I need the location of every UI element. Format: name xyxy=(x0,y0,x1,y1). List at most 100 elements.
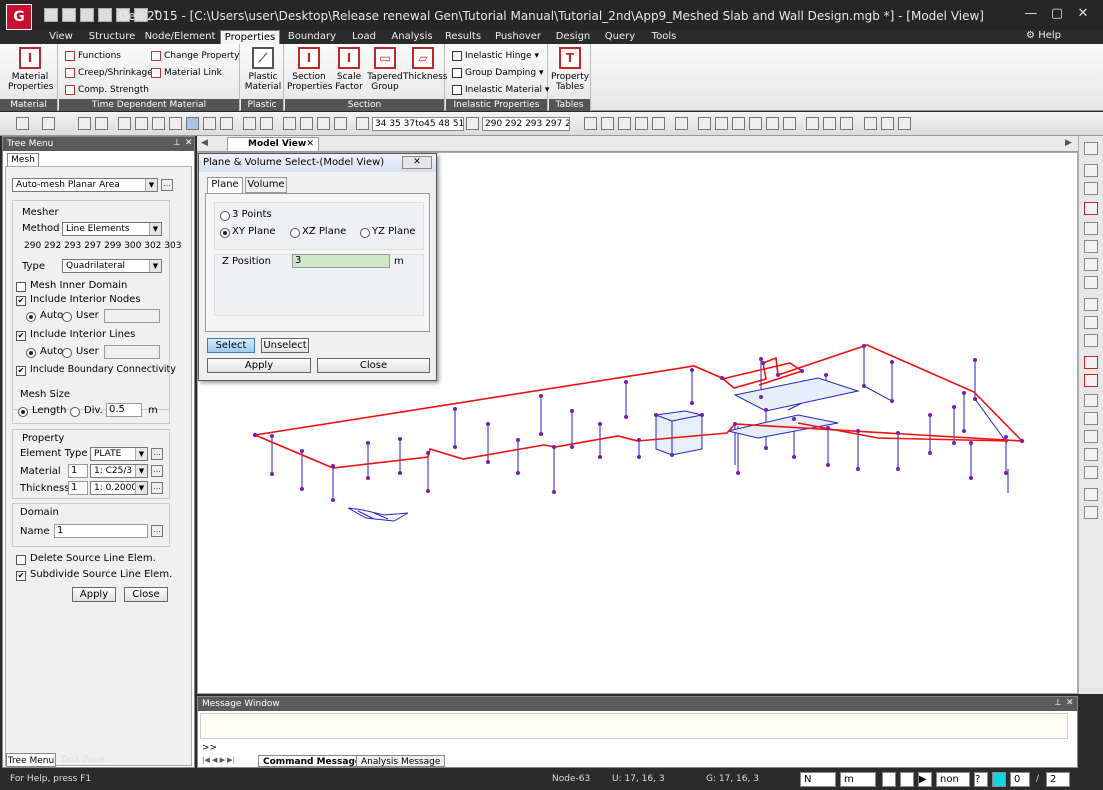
tab-analysis[interactable]: Analysis xyxy=(388,30,436,44)
tab-scroll-right-icon[interactable]: ▶ xyxy=(1065,138,1072,148)
pin-icon[interactable]: ⊥ xyxy=(173,138,181,148)
tab-task-pane[interactable]: Task Pane xyxy=(58,753,108,767)
unselect-all-icon[interactable] xyxy=(334,117,347,130)
activate-icon[interactable] xyxy=(584,117,597,130)
include-interior-nodes-checkbox[interactable]: ✔ xyxy=(16,296,26,306)
xz-plane-radio[interactable] xyxy=(290,228,300,238)
select-node-icon[interactable] xyxy=(78,117,91,130)
thickness-number-input[interactable]: 1 xyxy=(68,481,88,495)
activate-all-icon[interactable] xyxy=(618,117,631,130)
close-icon[interactable]: ✕ xyxy=(1066,698,1074,708)
apply-button[interactable]: Apply xyxy=(72,587,116,602)
zoom-out-icon[interactable] xyxy=(1084,258,1098,271)
maximize-button[interactable]: ▢ xyxy=(1045,6,1069,22)
angle-view-icon[interactable] xyxy=(1084,488,1098,501)
close-icon[interactable]: ✕ xyxy=(185,138,193,148)
material-link-button[interactable]: Material Link xyxy=(151,67,222,79)
thickness-select[interactable]: 1: 0.2000 ▼ xyxy=(90,481,148,495)
tab-design[interactable]: Design xyxy=(550,30,596,44)
hidden-icon[interactable] xyxy=(675,117,688,130)
select-button[interactable]: Select xyxy=(207,338,255,353)
help-menu[interactable]: ⚙ Help xyxy=(1026,30,1061,41)
bottom-view-icon[interactable] xyxy=(1084,448,1098,461)
invert-activate-icon[interactable] xyxy=(635,117,648,130)
lines-user-input[interactable] xyxy=(104,345,160,359)
tapered-group-button[interactable]: ▭ Tapered Group xyxy=(367,47,403,92)
activate-named-icon[interactable] xyxy=(652,117,665,130)
tab-scroll-left-icon[interactable]: ◀ xyxy=(201,138,208,148)
zoom-fit-side-icon[interactable] xyxy=(1084,276,1098,289)
delete-source-checkbox[interactable] xyxy=(16,555,26,565)
change-property-button[interactable]: Change Property xyxy=(151,50,239,62)
zoom-dynamic-icon[interactable] xyxy=(1084,222,1098,235)
undo-icon[interactable] xyxy=(16,117,29,130)
xy-plane-radio[interactable] xyxy=(220,228,230,238)
length-radio[interactable] xyxy=(18,407,28,417)
elem-number-icon[interactable] xyxy=(823,117,836,130)
left-view-icon[interactable] xyxy=(1084,412,1098,425)
front-view-icon[interactable] xyxy=(1084,374,1098,387)
help-question-icon[interactable]: ? xyxy=(974,772,988,787)
pin-icon[interactable]: ⊥ xyxy=(1054,698,1062,708)
group-damping-button[interactable]: Group Damping ▾ xyxy=(452,67,544,79)
element-type-browse-button[interactable]: … xyxy=(151,448,163,460)
tab-tools[interactable]: Tools xyxy=(644,30,684,44)
material-select[interactable]: 1: C25/3 ▼ xyxy=(90,464,148,478)
snap-grid-icon[interactable] xyxy=(900,772,914,787)
subdivide-source-checkbox[interactable]: ✔ xyxy=(16,571,26,581)
type-select[interactable]: Quadrilateral ▼ xyxy=(62,259,162,273)
tab-command-message[interactable]: Command Message xyxy=(258,755,366,767)
tab-mesh[interactable]: Mesh xyxy=(7,153,39,166)
tab-node-element[interactable]: Node/Element xyxy=(144,30,216,44)
inelastic-hinge-button[interactable]: Inelastic Hinge ▾ xyxy=(452,50,539,62)
yz-plane-radio[interactable] xyxy=(360,228,370,238)
color-indicator[interactable] xyxy=(992,772,1006,787)
three-points-radio[interactable] xyxy=(220,211,230,221)
node-number-icon[interactable] xyxy=(806,117,819,130)
view-named-icon[interactable] xyxy=(1084,182,1098,195)
view-options-icon[interactable] xyxy=(1084,142,1098,155)
tab-structure[interactable]: Structure xyxy=(84,30,140,44)
page-total[interactable]: 2 xyxy=(1046,772,1070,787)
dialog-close-button[interactable]: ✕ xyxy=(402,156,432,169)
top-view-icon[interactable] xyxy=(1084,394,1098,407)
method-select[interactable]: Line Elements ▼ xyxy=(62,222,162,236)
property-tables-button[interactable]: T Property Tables xyxy=(551,47,589,92)
both-number-icon[interactable] xyxy=(840,117,853,130)
select-all-icon[interactable] xyxy=(243,117,256,130)
nodes-user-input[interactable] xyxy=(104,309,160,323)
node-select-pointer-icon[interactable] xyxy=(356,117,369,130)
plastic-material-button[interactable]: ⟋ Plastic Material xyxy=(243,47,283,92)
element-selection-field[interactable]: 290 292 293 297 29 xyxy=(482,117,570,131)
iso-view-icon[interactable] xyxy=(1084,356,1098,369)
unit-select[interactable]: m xyxy=(840,772,876,787)
back-view-icon[interactable] xyxy=(1084,466,1098,479)
tab-view[interactable]: View xyxy=(42,30,80,44)
tab-volume[interactable]: Volume xyxy=(245,177,287,193)
tab-tree-menu[interactable]: Tree Menu xyxy=(6,753,56,767)
tab-boundary[interactable]: Boundary xyxy=(284,30,340,44)
close-tab-icon[interactable]: ✕ xyxy=(306,138,314,151)
tab-results[interactable]: Results xyxy=(440,30,486,44)
select-polygon-icon[interactable] xyxy=(135,117,148,130)
dialog-apply-button[interactable]: Apply xyxy=(207,358,311,373)
nodes-auto-radio[interactable] xyxy=(26,312,36,322)
line-list-text[interactable]: 290 292 293 297 299 300 302 303 xyxy=(24,241,181,251)
tab-query[interactable]: Query xyxy=(600,30,640,44)
snap-node-icon[interactable] xyxy=(882,772,896,787)
mesh-size-input[interactable]: 0.5 xyxy=(106,403,142,417)
comp-strength-button[interactable]: Comp. Strength xyxy=(65,84,149,96)
redo-icon[interactable] xyxy=(42,117,55,130)
select-plane-icon[interactable] xyxy=(169,117,182,130)
move-icon[interactable] xyxy=(1084,334,1098,347)
display-icon[interactable] xyxy=(715,117,728,130)
snap-icon[interactable] xyxy=(881,117,894,130)
div-radio[interactable] xyxy=(70,407,80,417)
domain-name-browse-button[interactable]: … xyxy=(151,525,163,537)
view-point-icon[interactable] xyxy=(1084,164,1098,177)
page-current[interactable]: 0 xyxy=(1010,772,1030,787)
scale-factor-button[interactable]: I Scale Factor xyxy=(333,47,365,92)
lines-auto-radio[interactable] xyxy=(26,348,36,358)
section-properties-button[interactable]: I Section Properties xyxy=(287,47,332,92)
unselect-polygon-icon[interactable] xyxy=(300,117,313,130)
